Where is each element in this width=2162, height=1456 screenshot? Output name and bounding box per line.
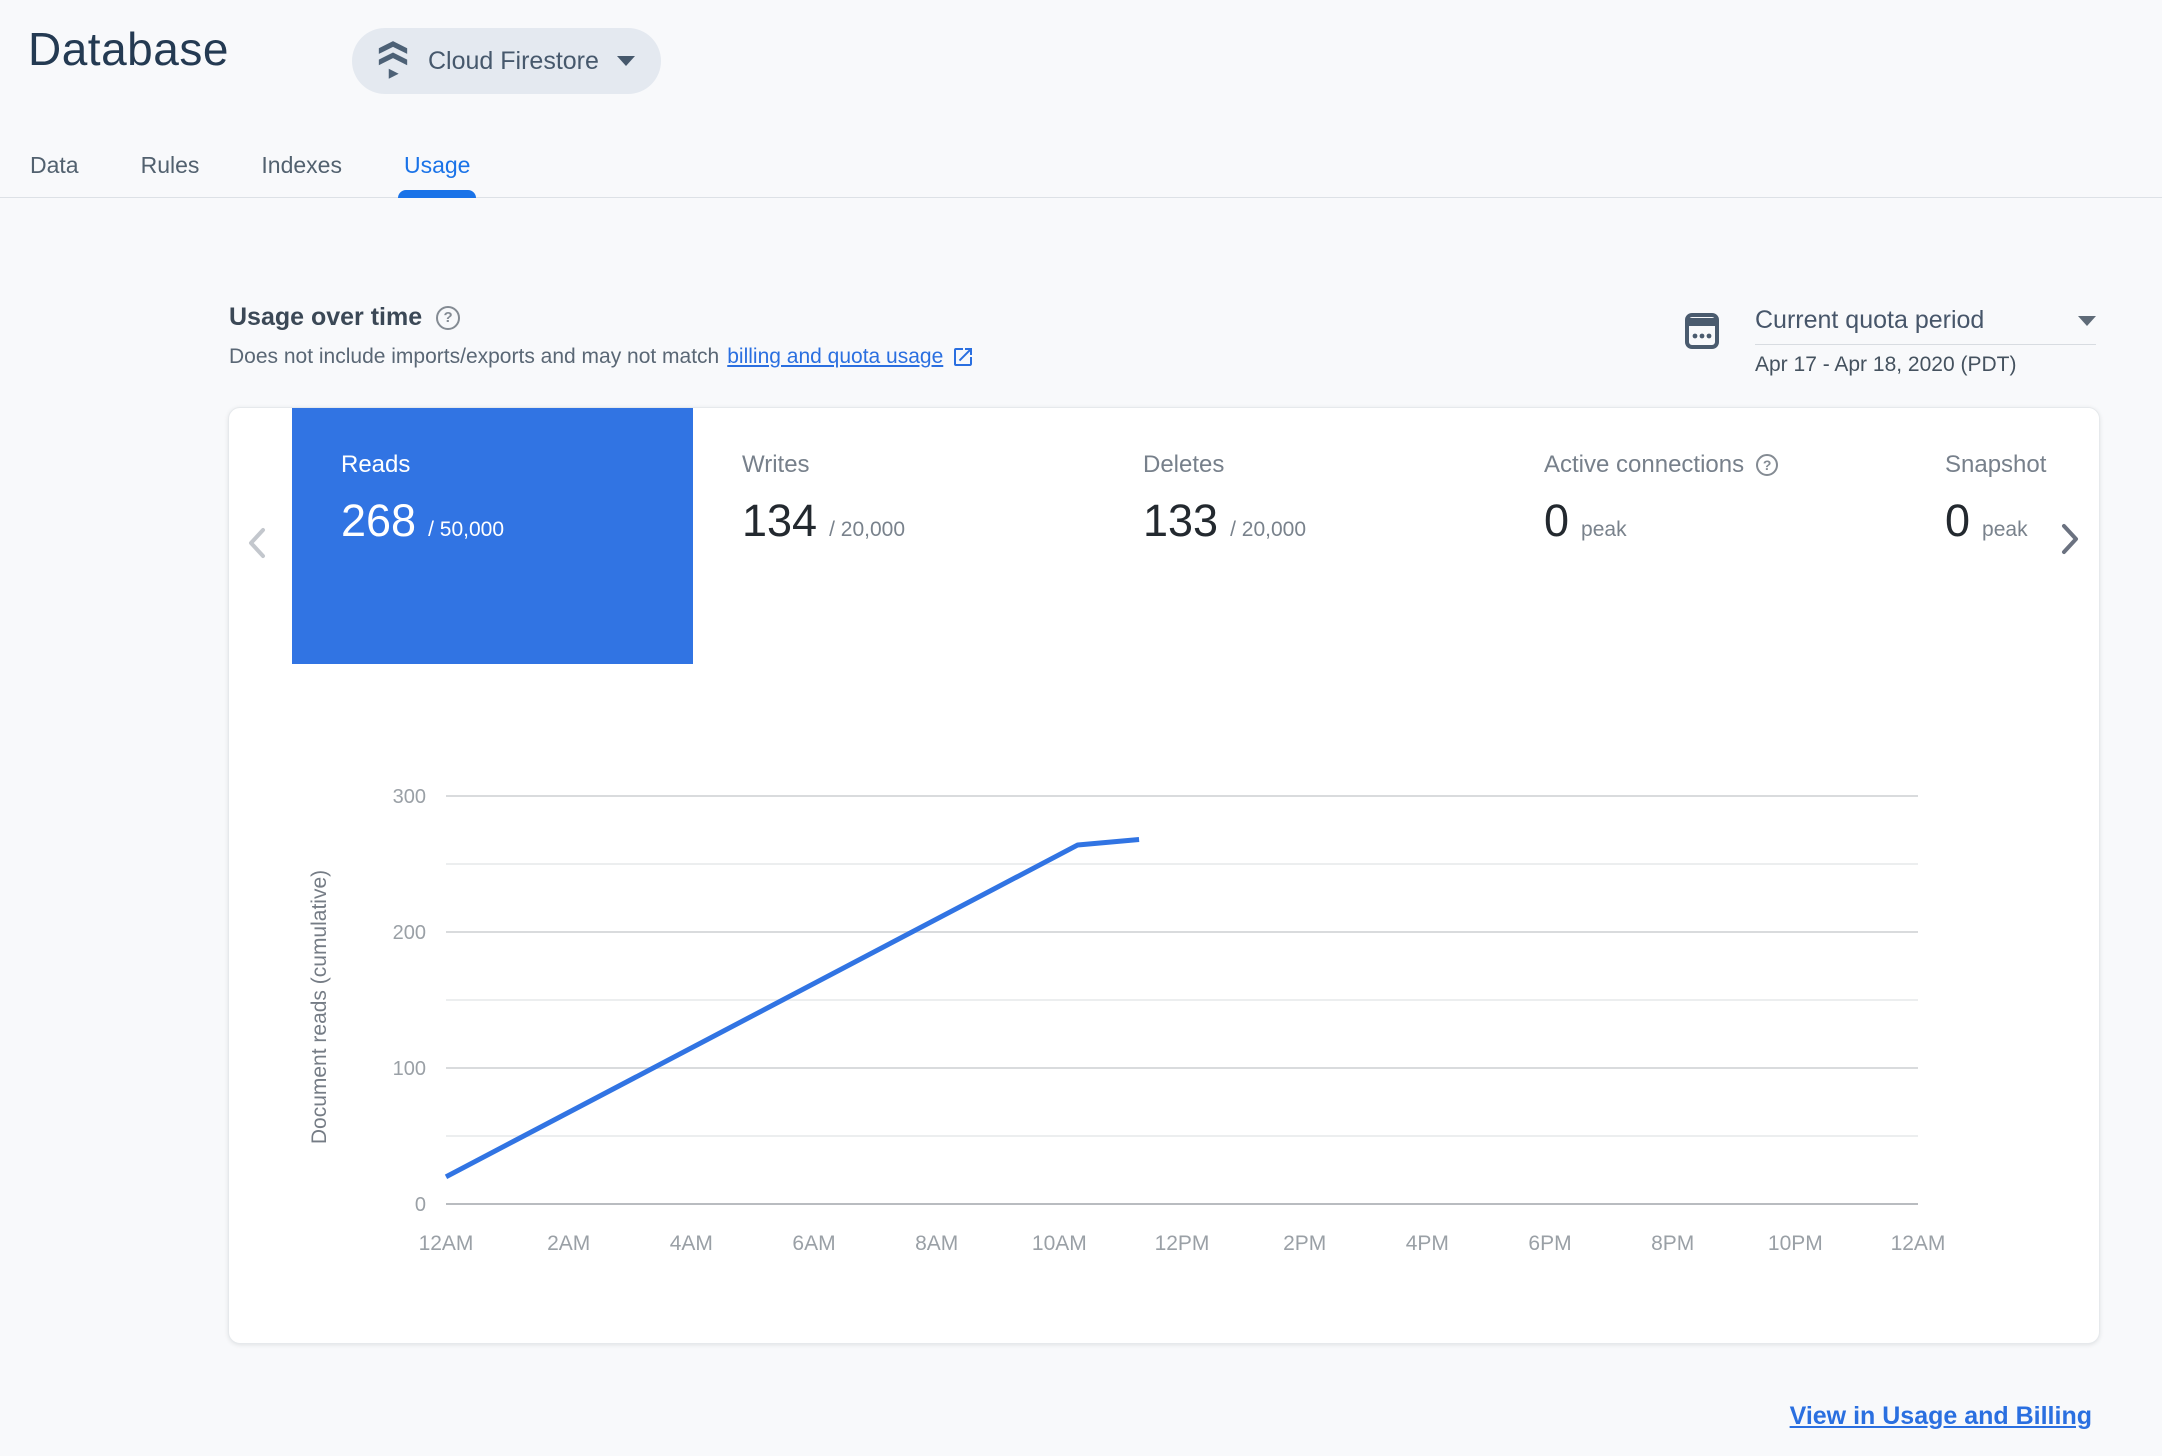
- x-tick-label: 12AM: [1891, 1232, 1946, 1255]
- x-tick-label: 2AM: [547, 1232, 590, 1255]
- y-tick-label: 100: [393, 1058, 426, 1080]
- metric-card-active-connections[interactable]: Active connections? 0 peak: [1495, 408, 1896, 664]
- tab-bar: Data Rules Indexes Usage: [0, 138, 2162, 198]
- metric-card-suffix: / 20,000: [1230, 518, 1306, 541]
- section-title: Usage over time: [229, 303, 423, 331]
- quota-period-label: Current quota period: [1755, 306, 1985, 334]
- x-tick-label: 2PM: [1283, 1232, 1326, 1255]
- reads-line-series: [444, 837, 1140, 1180]
- x-tick-label: 6AM: [792, 1232, 835, 1255]
- x-tick-label: 8AM: [915, 1232, 958, 1255]
- calendar-icon: [1685, 313, 1719, 349]
- y-tick-label: 0: [415, 1194, 426, 1216]
- x-tick-label: 12PM: [1155, 1232, 1210, 1255]
- metric-card-label: Snapshot listeners: [1945, 451, 2049, 478]
- quota-period-value: Apr 17 - Apr 18, 2020 (PDT): [1755, 353, 2017, 376]
- x-tick-label: 4PM: [1406, 1232, 1449, 1255]
- metric-card-suffix: / 50,000: [428, 518, 504, 541]
- quota-period-selector[interactable]: Current quota period Apr 17 - Apr 18, 20…: [1685, 306, 2096, 377]
- view-usage-billing-link[interactable]: View in Usage and Billing: [1790, 1402, 2092, 1431]
- section-description: Does not include imports/exports and may…: [229, 345, 720, 368]
- metric-card-suffix: / 20,000: [829, 518, 905, 541]
- metric-card-deletes[interactable]: Deletes 133 / 20,000: [1094, 408, 1495, 664]
- external-link-icon[interactable]: [951, 345, 975, 369]
- metric-card-writes[interactable]: Writes 134 / 20,000: [693, 408, 1094, 664]
- divider: [1755, 344, 2096, 345]
- x-tick-label: 6PM: [1528, 1232, 1571, 1255]
- chevron-down-icon: [2078, 315, 2096, 326]
- metric-card-suffix: peak: [1581, 518, 1627, 541]
- metric-card-value: 134: [742, 495, 818, 546]
- metric-card-suffix: peak: [1982, 518, 2028, 541]
- scroll-right-button[interactable]: [2054, 520, 2084, 558]
- x-tick-label: 10AM: [1032, 1232, 1087, 1255]
- usage-panel: Reads 268/ 50,000 Writes 134/ 20,000 Deletes…: [228, 407, 2100, 1344]
- metric-card-label: Writes: [742, 451, 810, 478]
- tab-data[interactable]: Data: [30, 138, 79, 197]
- metric-card-value: 0: [1544, 495, 1570, 546]
- help-icon[interactable]: ?: [1756, 454, 1779, 476]
- y-tick-label: 200: [393, 922, 426, 944]
- firestore-usage-page: Database Cloud Firestore Data Rules Indexe…: [0, 0, 2162, 1456]
- metric-card-reads[interactable]: Reads 268 / 50,000: [292, 408, 693, 664]
- metric-card-label: Active connections: [1544, 451, 1745, 478]
- metric-card-value: 133: [1143, 495, 1219, 546]
- y-axis-title: Document reads (cumulative): [308, 870, 331, 1144]
- metric-card-value: 268: [341, 495, 417, 546]
- tab-label: Rules: [140, 152, 200, 178]
- tab-label: Indexes: [261, 152, 342, 178]
- product-selector[interactable]: Cloud Firestore: [352, 28, 661, 94]
- x-tick-label: 12AM: [419, 1232, 474, 1255]
- tab-rules[interactable]: Rules: [141, 138, 200, 197]
- tab-label: Data: [30, 152, 79, 178]
- tab-indexes[interactable]: Indexes: [261, 138, 342, 197]
- chevron-down-icon: [616, 56, 635, 66]
- page-title: Database: [28, 23, 229, 75]
- usage-section-header: Usage over time ? Does not include impor…: [229, 303, 975, 369]
- metric-card-label: Reads: [341, 451, 411, 478]
- metric-card-value: 0: [1945, 495, 1971, 546]
- tab-label: Usage: [403, 152, 471, 178]
- x-tick-label: 10PM: [1768, 1232, 1823, 1255]
- x-tick-label: 8PM: [1651, 1232, 1694, 1255]
- help-icon[interactable]: ?: [436, 305, 461, 330]
- billing-quota-usage-link[interactable]: billing and quota usage: [727, 345, 943, 369]
- product-selector-label: Cloud Firestore: [428, 46, 599, 75]
- metric-card-label: Deletes: [1143, 451, 1225, 478]
- firestore-icon: [378, 41, 408, 79]
- scroll-left-button[interactable]: [243, 524, 273, 562]
- x-tick-label: 4AM: [670, 1232, 713, 1255]
- metric-cards-row: Reads 268/ 50,000 Writes 134/ 20,000 Deletes…: [292, 408, 2099, 664]
- y-tick-label: 300: [393, 786, 426, 808]
- tab-usage[interactable]: Usage: [397, 138, 477, 198]
